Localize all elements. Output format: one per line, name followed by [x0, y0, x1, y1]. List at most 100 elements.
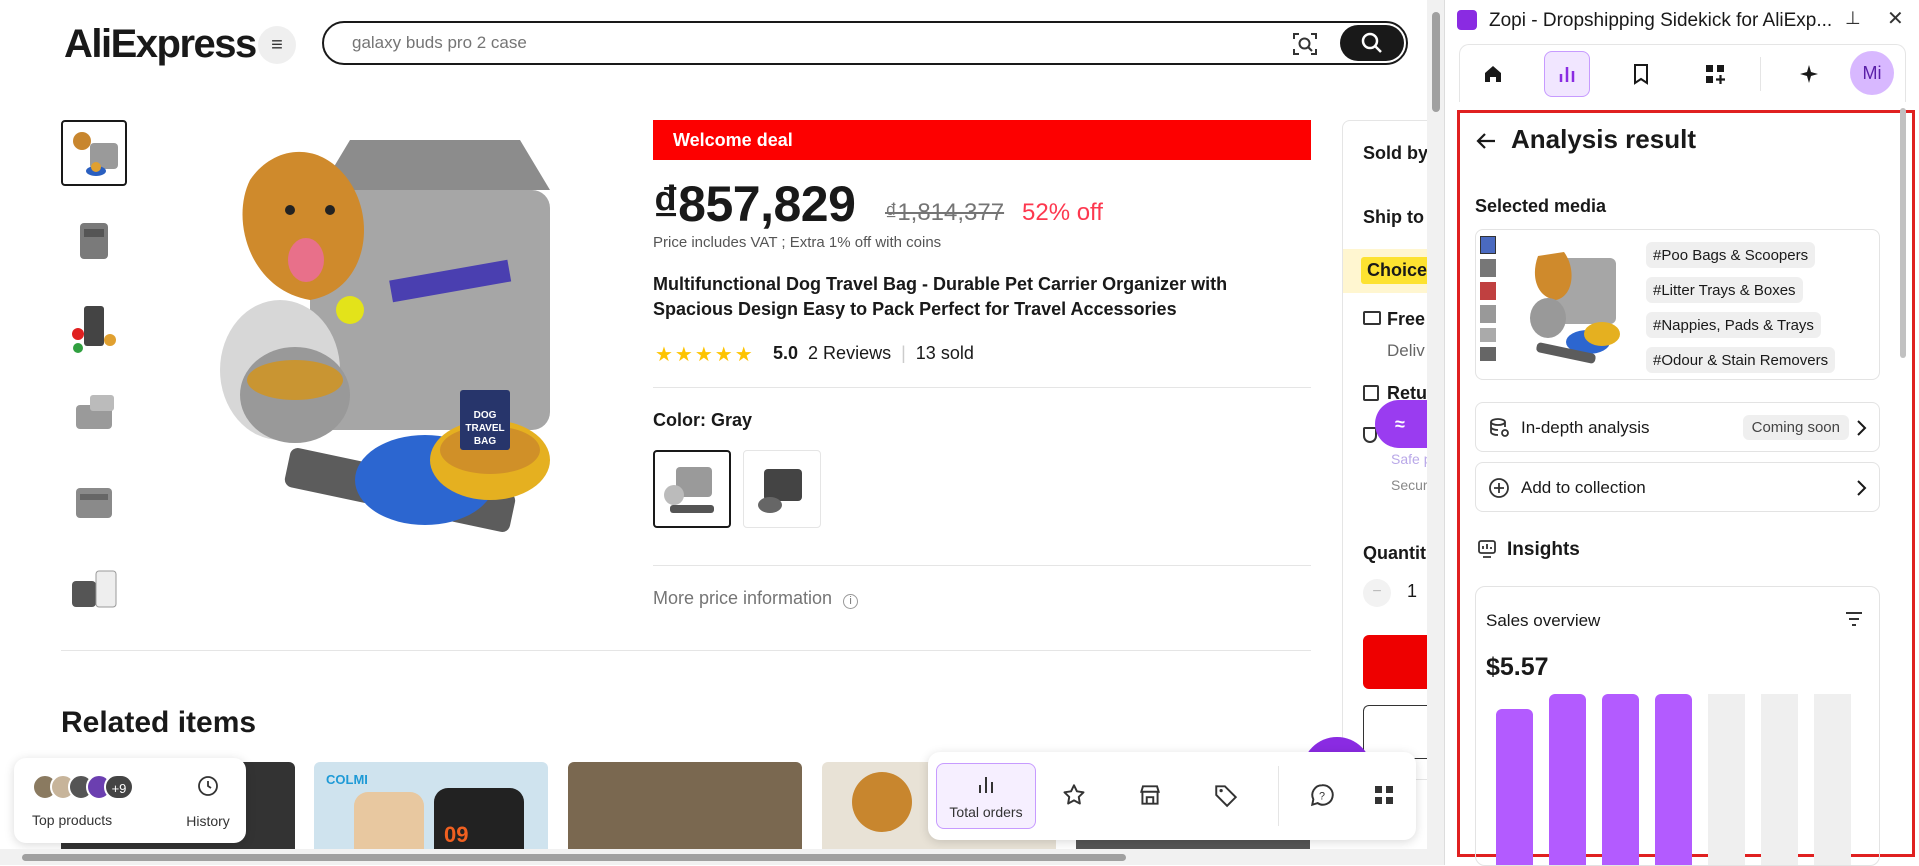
- chevron-right-icon: [1857, 420, 1867, 436]
- svg-text:?: ?: [1319, 790, 1325, 802]
- apps-icon: [1706, 65, 1725, 84]
- zopi-float-button[interactable]: ≈: [1375, 400, 1427, 448]
- image-search-icon[interactable]: [1292, 31, 1318, 57]
- favorite-button[interactable]: [1046, 764, 1102, 826]
- sales-bar[interactable]: [1549, 694, 1586, 865]
- in-depth-analysis-row[interactable]: In-depth analysis Coming soon: [1475, 402, 1880, 452]
- database-icon: [1490, 418, 1509, 437]
- add-to-collection-row[interactable]: Add to collection: [1475, 462, 1880, 512]
- more-price-info[interactable]: More price information i: [653, 588, 859, 609]
- nav-home[interactable]: [1470, 51, 1516, 97]
- insights-icon: [1478, 540, 1496, 558]
- hamburger-icon: ≡: [271, 33, 283, 56]
- add-to-cart-button[interactable]: [1363, 705, 1427, 759]
- watch-time: 09: [444, 822, 469, 847]
- search-button[interactable]: [1340, 25, 1404, 61]
- total-orders-button[interactable]: Total orders: [936, 763, 1036, 829]
- home-icon: [1485, 66, 1501, 82]
- total-orders-label: Total orders: [949, 804, 1023, 820]
- nav-saved[interactable]: [1618, 51, 1664, 97]
- search-input[interactable]: [352, 32, 1252, 54]
- help-button[interactable]: ?: [1294, 764, 1350, 826]
- vertical-scrollbar[interactable]: [1427, 0, 1444, 865]
- truck-icon: [1363, 311, 1381, 325]
- brand-label: COLMI: [326, 772, 368, 787]
- top-products-button[interactable]: +9 Top products: [32, 772, 154, 834]
- bar-chart-icon: [979, 777, 993, 793]
- coming-soon-badge: Coming soon: [1742, 415, 1849, 440]
- zopi-side-panel: Zopi - Dropshipping Sidekick for AliExp.…: [1444, 0, 1919, 866]
- tag-icon: [1215, 785, 1238, 808]
- close-icon[interactable]: ✕: [1887, 6, 1904, 31]
- product-thumbnail[interactable]: [61, 469, 127, 535]
- category-tag[interactable]: #Poo Bags & Scoopers: [1646, 242, 1816, 268]
- panel-nav: Mi: [1459, 44, 1906, 102]
- top-products-widget: +9 Top products History: [14, 758, 246, 843]
- insights-heading: Insights: [1507, 539, 1580, 560]
- sales-overview-card: Sales overview $5.57: [1475, 586, 1880, 866]
- sales-overview-title: Sales overview: [1486, 611, 1601, 630]
- delivery-label: Deliv: [1387, 341, 1425, 360]
- product-main-image[interactable]: DOG TRAVEL BAG: [190, 120, 590, 600]
- apps-button[interactable]: [1356, 764, 1412, 826]
- sales-bar[interactable]: [1761, 694, 1798, 865]
- product-thumbnail[interactable]: [61, 556, 127, 622]
- aliexpress-logo[interactable]: AliExpress: [64, 22, 257, 67]
- original-price: ₫1,814,377: [885, 199, 1005, 226]
- product-thumbnail[interactable]: [61, 208, 127, 274]
- add-circle-icon: [1489, 478, 1509, 498]
- svg-text:TRAVEL: TRAVEL: [465, 423, 504, 434]
- sales-bar[interactable]: [1602, 694, 1639, 865]
- quantity-value[interactable]: 1: [1407, 581, 1417, 602]
- nav-ai[interactable]: [1786, 51, 1832, 97]
- user-avatar[interactable]: Mi: [1850, 51, 1894, 95]
- ship-to-label[interactable]: Ship to: [1363, 207, 1424, 228]
- sales-bar[interactable]: [1814, 694, 1851, 865]
- category-tag[interactable]: #Odour & Stain Removers: [1646, 347, 1836, 373]
- store-button[interactable]: [1122, 764, 1178, 826]
- nav-analysis[interactable]: [1544, 51, 1590, 97]
- selected-media-box: #Poo Bags & Scoopers #Litter Trays & Box…: [1475, 229, 1880, 380]
- avatar-stack: +9: [32, 772, 154, 802]
- product-thumbnail[interactable]: [61, 120, 127, 186]
- sales-bar[interactable]: [1496, 708, 1533, 865]
- panel-title-bar: Zopi - Dropshipping Sidekick for AliExp.…: [1445, 0, 1919, 42]
- horizontal-scrollbar[interactable]: [0, 849, 1427, 865]
- toolbar-divider: [1278, 766, 1279, 826]
- nav-apps[interactable]: [1692, 51, 1738, 97]
- reviews-count[interactable]: 2 Reviews: [808, 343, 891, 363]
- sales-bar[interactable]: [1655, 694, 1692, 865]
- secure-label: Secur: [1391, 477, 1427, 493]
- rating-stars[interactable]: ★★★★★: [655, 342, 755, 367]
- filter-icon[interactable]: [1845, 611, 1863, 627]
- menu-button[interactable]: ≡: [258, 26, 296, 64]
- category-tag[interactable]: #Nappies, Pads & Trays: [1646, 312, 1821, 338]
- product-thumbnail[interactable]: [61, 295, 127, 361]
- selected-media-image[interactable]: [1516, 238, 1626, 373]
- category-tag[interactable]: #Litter Trays & Boxes: [1646, 277, 1803, 303]
- clock-icon: [198, 776, 218, 796]
- product-thumbnail[interactable]: [61, 382, 127, 448]
- price-tag-button[interactable]: [1198, 764, 1254, 826]
- quantity-decrease-button[interactable]: −: [1363, 579, 1391, 607]
- svg-text:DOG: DOG: [474, 410, 497, 421]
- color-swatch-gray[interactable]: [653, 450, 731, 528]
- rating-value: 5.0: [773, 343, 799, 363]
- bookmark-icon: [1634, 64, 1648, 85]
- safe-payments-label: Safe p: [1391, 451, 1427, 467]
- sales-bar[interactable]: [1708, 694, 1745, 865]
- product-title: Multifunctional Dog Travel Bag - Durable…: [653, 274, 1228, 319]
- panel-scrollbar[interactable]: [1897, 104, 1909, 854]
- back-arrow-icon[interactable]: [1475, 131, 1497, 151]
- more-price-label: More price information: [653, 588, 833, 608]
- star-icon: [1063, 784, 1085, 805]
- history-button[interactable]: History: [180, 772, 236, 834]
- rating-summary[interactable]: 5.0 2 Reviews | 13 sold: [773, 343, 974, 364]
- buy-now-button[interactable]: [1363, 635, 1427, 689]
- zopi-logo-icon: [1457, 10, 1477, 30]
- pin-icon[interactable]: ⊥: [1845, 8, 1861, 29]
- add-to-collection-label: Add to collection: [1521, 478, 1646, 497]
- color-swatch-black[interactable]: [743, 450, 821, 528]
- chat-question-icon: ?: [1310, 784, 1334, 807]
- divider: [61, 650, 1311, 651]
